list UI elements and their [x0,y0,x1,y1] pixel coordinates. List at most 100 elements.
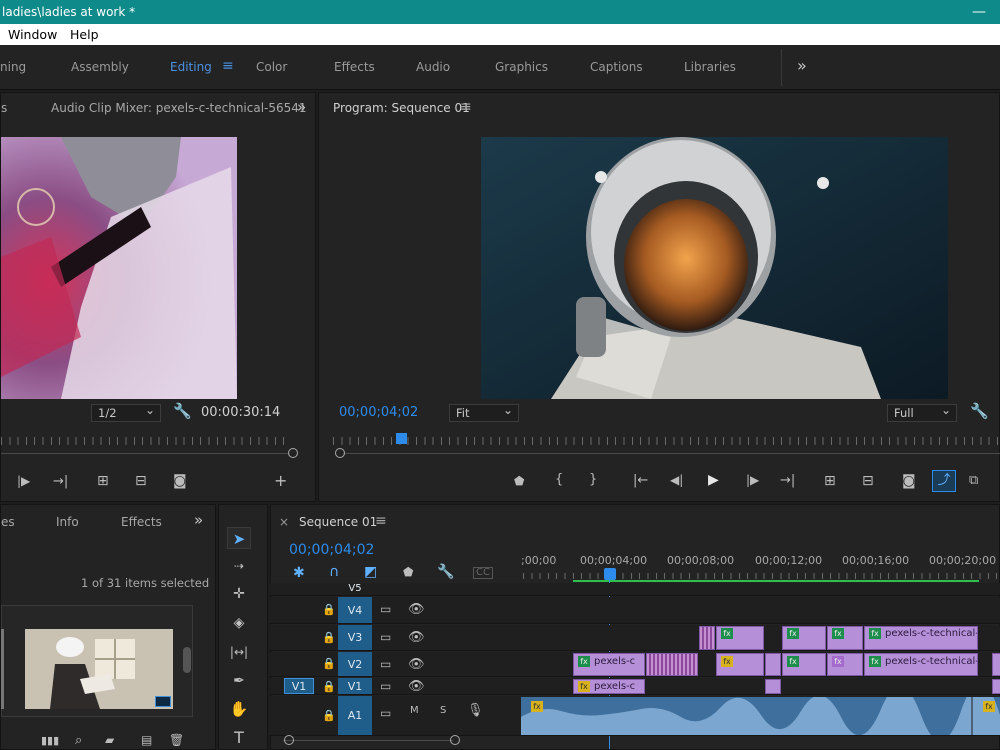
linked-selection-icon[interactable]: ◩ [364,565,377,579]
clip-v2-c[interactable]: fx [782,653,826,676]
mark-in-icon[interactable]: { [555,473,563,486]
workspace-learning[interactable]: ning [0,60,26,74]
workspace-menu-icon[interactable]: ≡ [222,58,234,74]
pen-tool-icon[interactable]: ✒ [227,670,251,692]
program-scrubber[interactable] [343,453,1000,454]
source-scrubber[interactable] [1,453,289,454]
insert-icon[interactable]: ⊞ [97,474,109,488]
v4-eye-icon[interactable]: 👁 [408,603,425,616]
clip-v2-transition[interactable] [646,653,698,676]
source-wrench-icon[interactable]: 🔧 [173,404,192,419]
clip-v2-b[interactable] [765,653,781,676]
v1-sync-icon[interactable]: ▭ [380,680,391,692]
timeline-horizontal-scrollbar[interactable] [283,740,453,741]
a1-lock-icon[interactable]: 🔒 [322,710,336,721]
timeline-playhead-handle[interactable] [604,568,616,580]
bin-thumbnail-left[interactable] [1,629,4,709]
clip-v1-b[interactable] [765,679,781,694]
v3-lock-icon[interactable]: 🔒 [322,632,336,643]
timeline-wrench-icon[interactable]: 🔧 [437,565,454,579]
clip-v2-edge[interactable] [992,653,1000,676]
v1-lock-icon[interactable]: 🔒 [322,681,336,692]
ripple-edit-tool-icon[interactable]: ✛ [227,583,251,605]
clip-v2-e[interactable]: fx pexels-c-technical- [864,653,978,676]
go-to-out-icon[interactable]: →| [53,475,68,488]
mark-out-icon[interactable]: } [589,473,597,486]
info-tab[interactable]: Info [56,515,79,529]
go-to-in-icon[interactable]: |← [633,474,648,487]
clip-v3-c[interactable]: fx [827,626,863,650]
workspace-editing[interactable]: Editing [170,60,212,74]
lift-icon[interactable]: ⊞ [824,474,836,488]
v1-eye-icon[interactable]: 👁 [408,680,425,693]
clip-v2-first[interactable]: fx pexels-c [573,653,645,676]
clip-v1-first[interactable]: fx pexels-c [573,679,645,694]
program-zoom-handle-icon[interactable] [335,448,345,458]
v2-eye-icon[interactable]: 👁 [408,658,425,671]
clip-v2-a[interactable]: fx [716,653,764,676]
timeline-timecode[interactable]: 00;00;04;02 [289,542,374,558]
clip-v2-d[interactable]: fx [827,653,863,676]
add-marker-icon[interactable]: ⬟ [514,475,524,487]
snap-magnet-icon[interactable]: ∩ [329,565,339,579]
track-v3-label[interactable]: V3 [338,625,372,650]
clip-v3-d[interactable]: fx pexels-c-technical- [864,626,978,650]
menu-window[interactable]: Window [8,24,57,45]
workspace-captions[interactable]: Captions [590,60,643,74]
track-v1-source-label[interactable]: V1 [284,678,314,694]
comparison-view-icon[interactable]: ⧉ [969,474,978,487]
timeline-tab[interactable]: Sequence 01 [299,515,377,529]
trash-icon[interactable]: 🗑 [169,734,184,746]
workspace-graphics[interactable]: Graphics [495,60,548,74]
icon-view-icon[interactable]: ▮▮▮ [41,735,59,746]
track-v1-label[interactable]: V1 [338,678,372,694]
track-v4-label[interactable]: V4 [338,597,372,623]
program-tab[interactable]: Program: Sequence 01 [333,101,470,115]
timeline-scroll-handle-left-icon[interactable] [284,735,294,745]
timeline-menu-icon[interactable]: ≡ [375,513,387,529]
export-frame-camera-icon[interactable]: ◙ [173,474,187,488]
track-v5-label[interactable]: V5 [338,583,372,595]
source-add-button-icon[interactable]: + [274,473,287,489]
timeline-marker-icon[interactable]: ⬟ [403,566,413,578]
captions-toggle-icon[interactable]: CC [473,567,493,579]
nest-sequence-icon[interactable]: ✱ [293,566,305,580]
audio-clip-a1[interactable]: fx fx [521,697,1000,735]
a1-sync-icon[interactable]: ▭ [380,707,391,719]
clip-v1-edge[interactable] [992,679,1000,694]
workspace-audio[interactable]: Audio [416,60,450,74]
selection-tool-icon[interactable]: ➤ [227,527,251,549]
track-v2-label[interactable]: V2 [338,652,372,676]
step-back-icon[interactable]: ◀| [670,474,683,486]
timeline-close-icon[interactable]: × [279,515,289,529]
new-item-icon[interactable]: ▤ [141,734,152,746]
razor-tool-icon[interactable]: ◈ [227,612,251,634]
clip-v3-transition[interactable] [699,626,715,650]
new-bin-folder-icon[interactable]: ▰ [105,734,114,746]
clip-v3-a[interactable]: fx [716,626,764,650]
project-more-icon[interactable]: » [194,511,203,529]
program-playhead[interactable] [395,433,407,444]
workspace-assembly[interactable]: Assembly [71,60,129,74]
program-fit-select[interactable]: Fit [449,402,519,422]
a1-solo-button[interactable]: S [440,706,446,716]
project-tab[interactable]: es [1,515,15,529]
program-camera-icon[interactable]: ◙ [902,474,916,488]
workspace-color[interactable]: Color [256,60,287,74]
track-select-tool-icon[interactable]: ⇢ [227,555,251,577]
trim-mode-icon[interactable]: ⤴ [932,470,956,492]
audio-clip-mixer-tab[interactable]: Audio Clip Mixer: pexels-c-technical-565… [51,101,307,115]
v3-sync-icon[interactable]: ▭ [380,631,391,643]
mic-icon[interactable]: 🎙 [467,704,484,717]
overwrite-icon[interactable]: ⊟ [135,474,147,488]
project-scrollbar[interactable] [183,647,191,673]
program-menu-icon[interactable]: ≡ [460,99,472,115]
menu-help[interactable]: Help [70,24,99,45]
program-timecode[interactable]: 00;00;04;02 [339,405,418,420]
v4-sync-icon[interactable]: ▭ [380,603,391,615]
bin-thumbnail[interactable] [25,629,173,709]
source-resolution-select[interactable]: 1/2 [91,402,161,422]
workspace-more-icon[interactable]: » [797,56,807,75]
source-tab-prefix[interactable]: s [1,101,7,115]
hand-tool-icon[interactable]: ✋ [227,698,251,720]
